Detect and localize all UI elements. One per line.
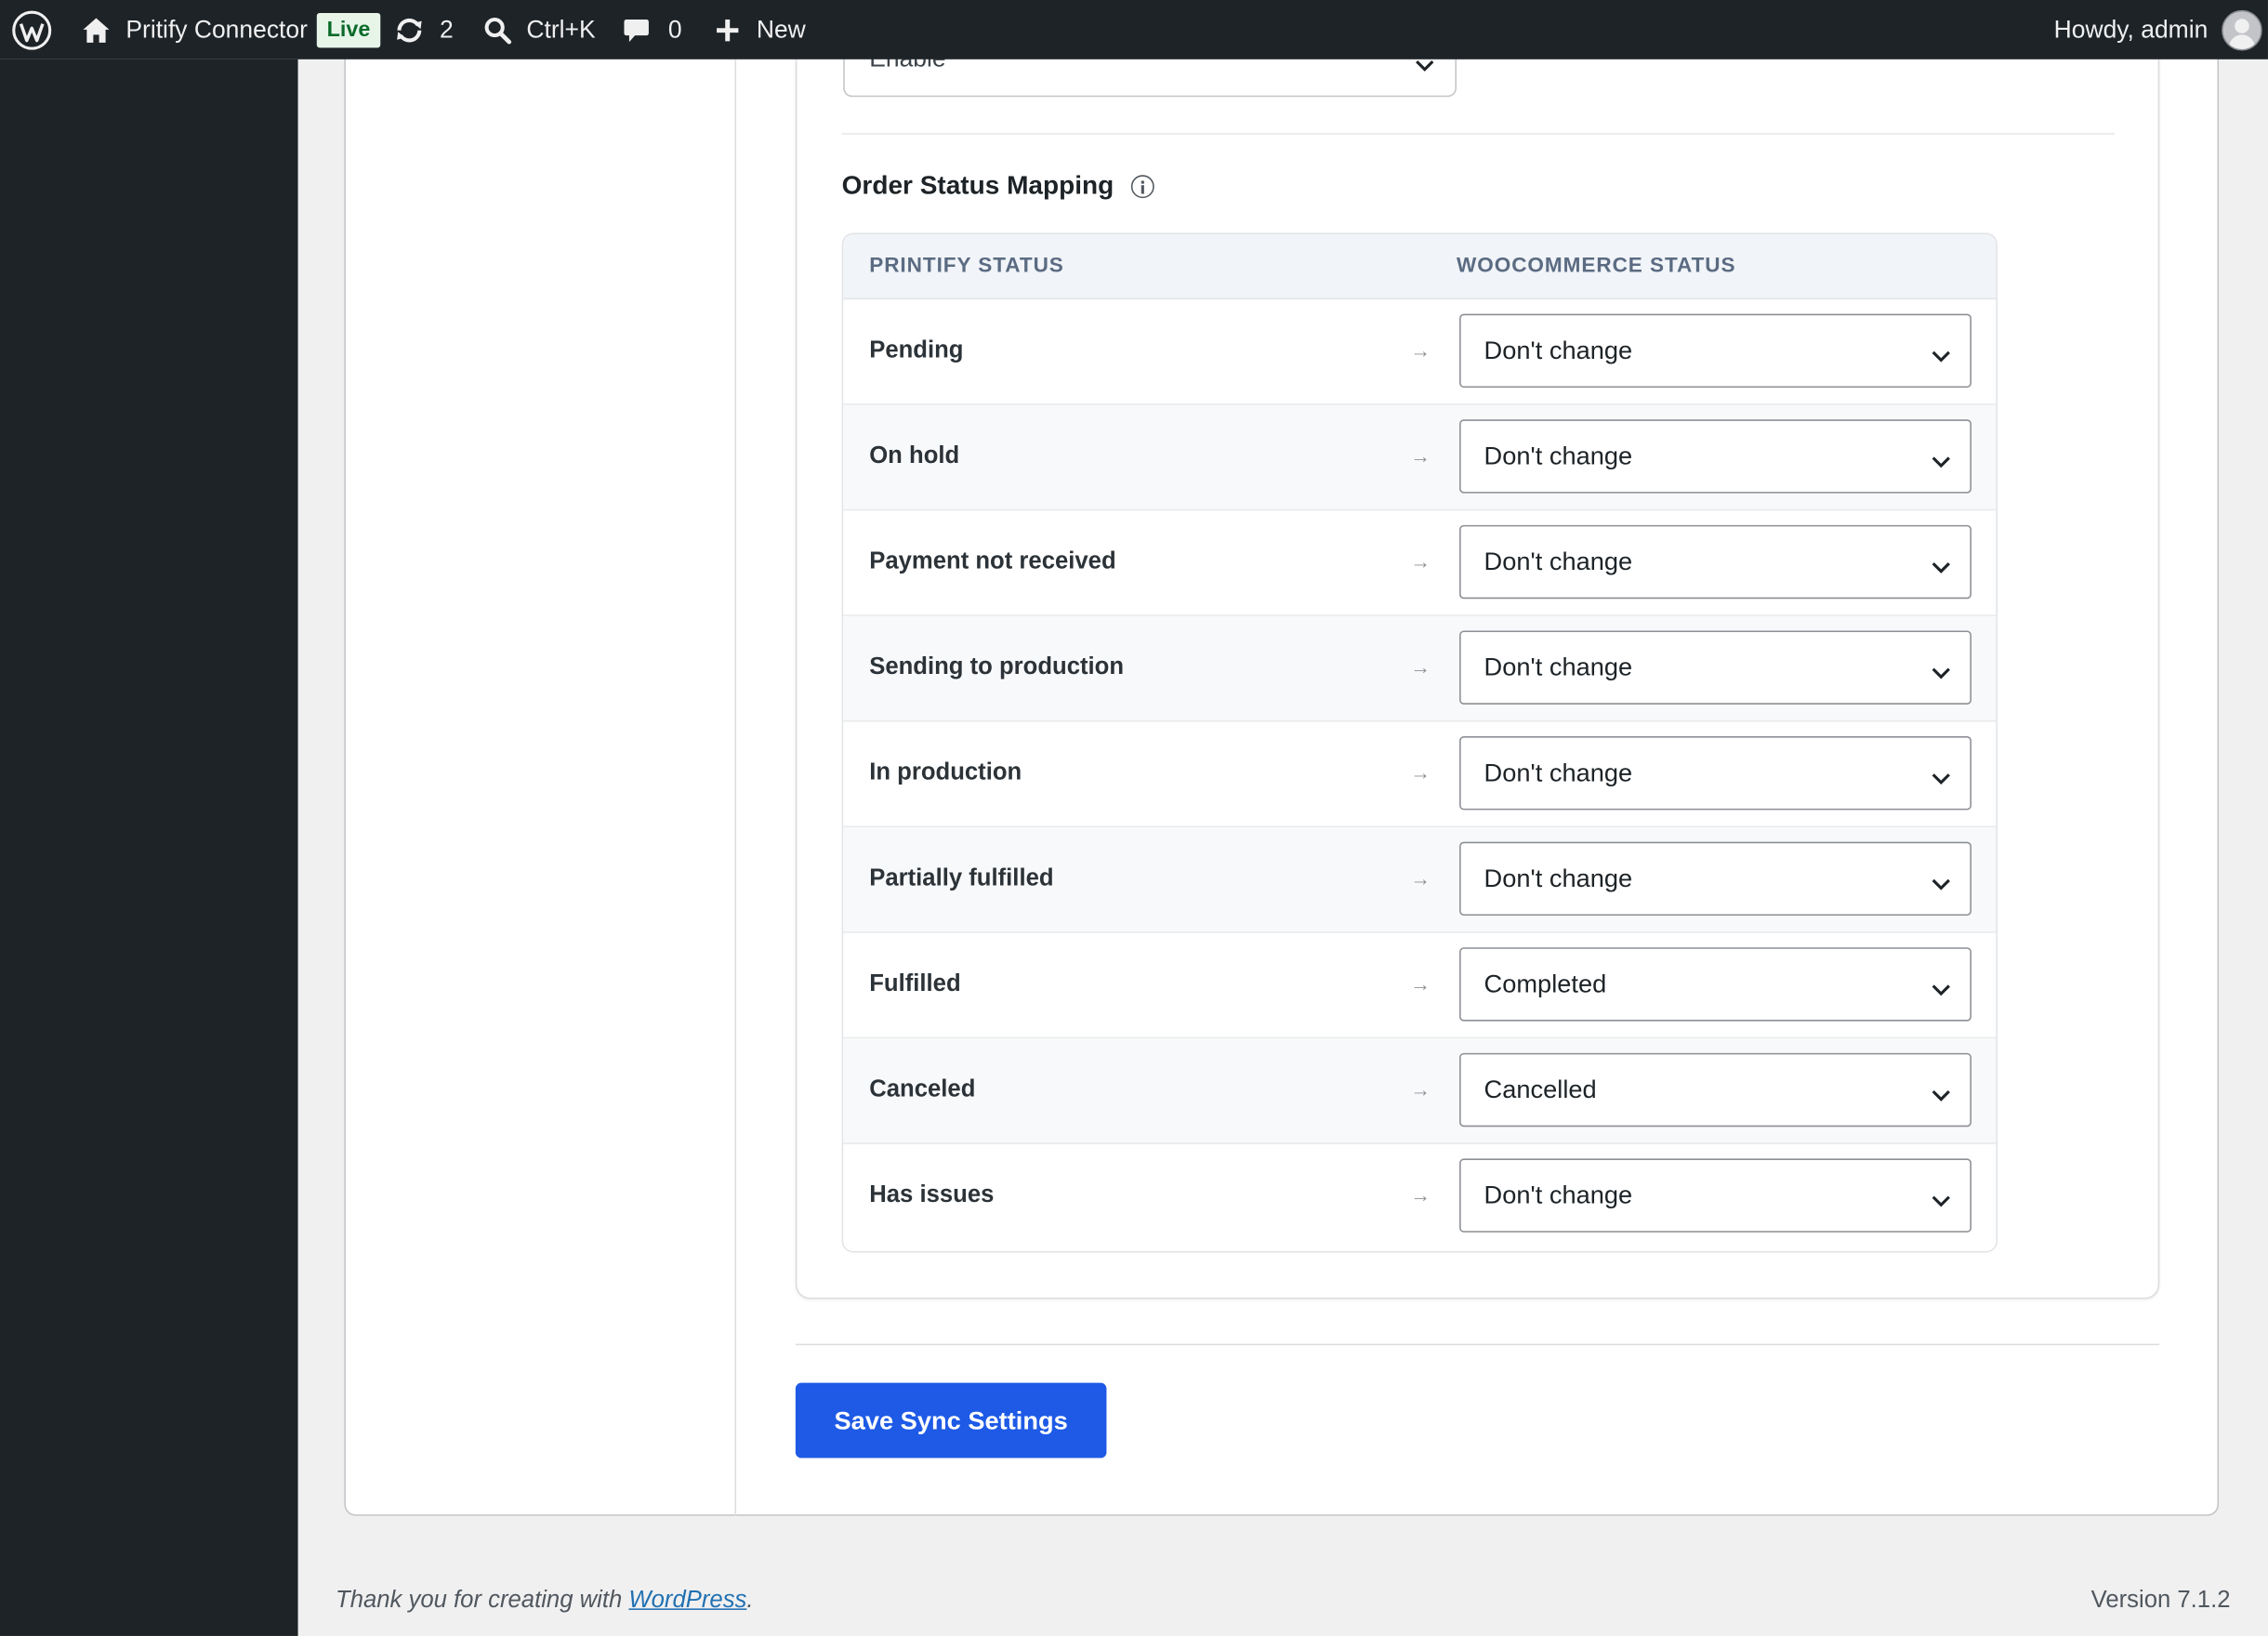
column-header-printify: PRINTIFY STATUS [869,254,1064,278]
table-row: Pending → Don't change [843,299,1997,405]
chevron-down-icon [1931,1189,1951,1215]
search-icon [483,15,512,44]
table-row: In production → Don't change [843,721,1997,828]
home-icon [81,15,112,44]
site-home-link[interactable]: Pritify Connector [81,0,308,59]
section-divider [841,133,2116,135]
selected-status: Don't change [1483,547,1633,576]
command-palette-link[interactable]: Ctrl+K [483,0,596,59]
table-row: On hold → Don't change [843,404,1997,511]
chevron-down-icon [1931,450,1951,476]
column-header-woocommerce: WOOCOMMERCE STATUS [1456,254,1736,278]
admin-bar: Pritify Connector Live 2 Ctrl+K 0 New Ho… [0,0,2268,59]
comments-count: 0 [667,15,682,43]
info-icon[interactable] [1130,174,1154,198]
selected-status: Cancelled [1483,1075,1597,1104]
live-badge: Live [316,0,381,59]
admin-sidebar [0,59,298,1636]
comment-icon [622,15,651,44]
chevron-down-icon [1931,872,1951,898]
footer-thanks-suffix: . [746,1587,754,1614]
table-row: Fulfilled → Completed [843,933,1997,1039]
woocommerce-status-select[interactable]: Don't change [1459,736,1971,811]
woocommerce-status-select[interactable]: Cancelled [1459,1052,1971,1128]
status-mapping-table: PRINTIFY STATUS WOOCOMMERCE STATUS Pendi… [841,232,1998,1253]
arrow-icon: → [1410,866,1431,891]
new-label: New [756,15,806,43]
updates-icon [393,15,425,44]
wordpress-link[interactable]: WordPress [628,1587,746,1613]
chevron-down-icon [1931,344,1951,370]
arrow-icon: → [1410,549,1431,574]
chevron-down-icon [1931,767,1951,793]
woocommerce-status-select[interactable]: Completed [1459,947,1971,1022]
chevron-down-icon [1931,556,1951,582]
woocommerce-status-select[interactable]: Don't change [1459,1158,1971,1233]
selected-status: Don't change [1483,1180,1633,1209]
woocommerce-status-select[interactable]: Don't change [1459,841,1971,917]
printify-status: On hold [869,442,960,469]
chevron-down-icon [1931,661,1951,687]
save-sync-settings-button[interactable]: Save Sync Settings [795,1382,1107,1458]
site-name: Pritify Connector [125,15,308,43]
search-shortcut: Ctrl+K [526,15,596,43]
arrow-icon: → [1410,971,1431,996]
printify-status: Partially fulfilled [869,864,1054,891]
arrow-icon: → [1410,1182,1431,1207]
wordpress-logo-icon[interactable] [11,0,52,59]
printify-status: Has issues [869,1181,995,1208]
table-row: Partially fulfilled → Don't change [843,827,1997,933]
woocommerce-status-select[interactable]: Don't change [1459,313,1971,389]
comments-link[interactable]: 0 [622,0,682,59]
woocommerce-status-select[interactable]: Don't change [1459,630,1971,705]
footer-thanks-text: Thank you for creating with [336,1587,629,1614]
printify-status: Fulfilled [869,970,961,997]
actions-divider [795,1343,2160,1346]
column-divider [734,59,737,1516]
section-title-text: Order Status Mapping [841,170,1114,200]
printify-status: Sending to production [869,653,1125,680]
avatar [2222,9,2263,50]
selected-status: Completed [1483,969,1607,998]
new-content-link[interactable]: New [713,0,806,59]
printify-status: Payment not received [869,548,1116,574]
my-account-link[interactable]: Howdy, admin [2054,0,2263,59]
table-row: Canceled → Cancelled [843,1038,1997,1144]
selected-status: Don't change [1483,652,1633,681]
updates-count: 2 [440,15,454,43]
selected-status: Don't change [1483,336,1633,365]
footer-thanks: Thank you for creating with WordPress. [336,1587,754,1615]
table-header: PRINTIFY STATUS WOOCOMMERCE STATUS [843,234,1997,300]
chevron-down-icon [1931,978,1951,1004]
arrow-icon: → [1410,1077,1431,1102]
chevron-down-icon [1931,1084,1951,1110]
table-row: Payment not received → Don't change [843,510,1997,616]
table-row: Sending to production → Don't change [843,615,1997,722]
plus-icon [713,15,742,44]
arrow-icon: → [1410,338,1431,363]
footer-version: Version 7.1.2 [2090,1587,2231,1614]
arrow-icon: → [1410,760,1431,785]
printify-status: Canceled [869,1075,976,1102]
updates-link[interactable]: 2 [393,0,454,59]
woocommerce-status-select[interactable]: Don't change [1459,524,1971,600]
selected-status: Don't change [1483,758,1633,787]
printify-status: Pending [869,336,964,363]
arrow-icon: → [1410,654,1431,679]
table-row: Has issues → Don't change [843,1144,1996,1250]
arrow-icon: → [1410,443,1431,468]
selected-status: Don't change [1483,441,1633,470]
printify-status: In production [869,759,1022,785]
howdy-text: Howdy, admin [2053,15,2209,43]
selected-status: Don't change [1483,863,1633,893]
woocommerce-status-select[interactable]: Don't change [1459,419,1971,494]
order-status-mapping-heading: Order Status Mapping [842,171,1154,202]
